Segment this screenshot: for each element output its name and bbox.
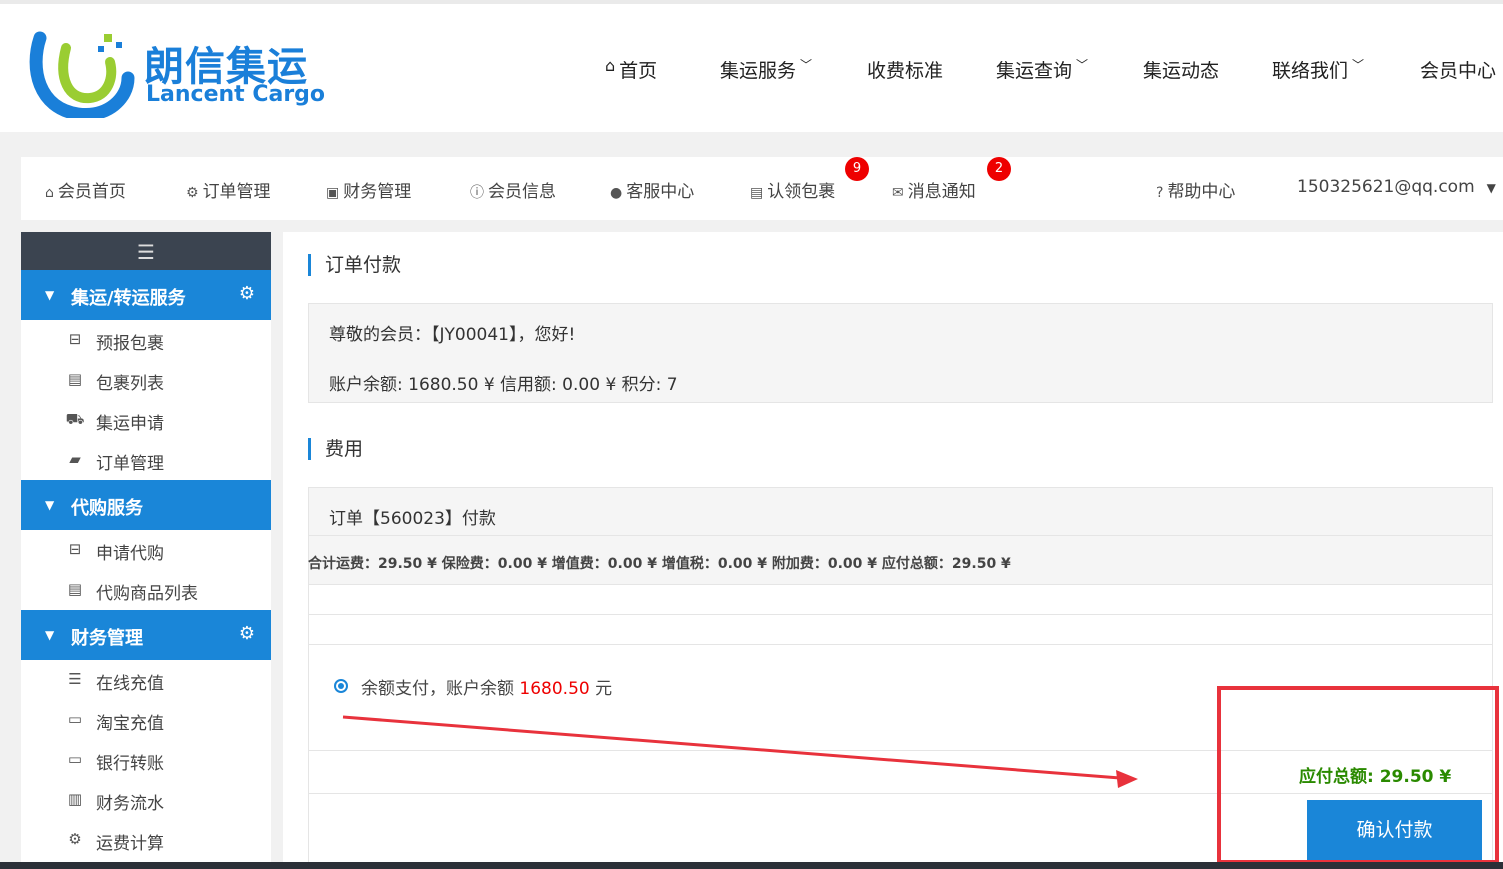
sidebar-item-online-recharge[interactable]: ☰ 在线充值	[21, 660, 271, 700]
bottom-bar	[0, 862, 1503, 869]
caret-down-icon: ▼	[1486, 181, 1496, 195]
message-count-badge: 2	[987, 157, 1011, 181]
caret-down-icon: ▼	[45, 498, 55, 512]
balance-pay-radio[interactable]	[334, 679, 348, 693]
sidebar-group-shipping[interactable]: ▼ 集运/转运服务 ⚙	[21, 270, 271, 320]
sidebar-item-taobao-recharge[interactable]: ▭ 淘宝充值	[21, 700, 271, 740]
inbox-icon: ⊟	[68, 330, 82, 348]
sidebar-item-shipping-calculator[interactable]: ⚙ 运费计算	[21, 820, 271, 860]
annotation-highlight-box	[1217, 686, 1499, 864]
sidebar-item-transactions[interactable]: ▥ 财务流水	[21, 780, 271, 820]
user-icon: ●	[610, 185, 623, 201]
sidebar: ☰ ▼ 集运/转运服务 ⚙ ⊟ 预报包裹 ▤ 包裹列表 ⛟ 集运申请 ▰ 订单管理 ▼ …	[21, 232, 271, 869]
credit-card-icon: ▭	[67, 710, 83, 728]
credit-card-icon: ▭	[67, 750, 83, 768]
empty-row	[308, 615, 1493, 645]
logo-mark-icon	[29, 31, 135, 118]
bar-chart-icon: ▥	[67, 790, 83, 808]
sidebar-item-forecast[interactable]: ⊟ 预报包裹	[21, 320, 271, 360]
account-menu[interactable]: 150325621@qq.com ▼	[1297, 177, 1496, 197]
sidebar-item-apply-purchase[interactable]: ⊟ 申请代购	[21, 530, 271, 570]
money-icon: ▣	[326, 185, 340, 201]
menu-toggle-icon[interactable]: ☰	[21, 232, 271, 270]
empty-row	[308, 585, 1493, 615]
member-subnav: ⌂ 会员首页 ⚙ 订单管理 ▣ 财务管理 ⓘ 会员信息 ● 客服中心 ▤ 认领包裹 9 ✉ 消息…	[21, 157, 1503, 220]
top-header: 朗信集运 Lancent Cargo ⌂ 首页 集运服务 ﹀ 收费标准 集运查询 ﹀ …	[0, 0, 1503, 132]
section-title-fees: 费用	[308, 438, 363, 460]
subnav-claim-parcel[interactable]: ▤ 认领包裹 9	[750, 157, 869, 202]
question-icon: ?	[1156, 185, 1164, 201]
caret-down-icon: ▼	[45, 628, 55, 642]
sidebar-item-consolidate[interactable]: ⛟ 集运申请	[21, 400, 271, 440]
nav-contact[interactable]: 联络我们 ﹀	[1272, 56, 1364, 90]
nav-tracking[interactable]: 集运查询 ﹀	[996, 56, 1088, 90]
nav-member-center[interactable]: 会员中心	[1420, 56, 1496, 90]
subnav-finance[interactable]: ▣ 财务管理	[326, 177, 411, 202]
brand-name-en: Lancent Cargo	[146, 82, 326, 107]
chevron-down-icon: ﹀	[800, 58, 813, 72]
sidebar-item-purchase-list[interactable]: ▤ 代购商品列表	[21, 570, 271, 610]
nav-news[interactable]: 集运动态	[1143, 56, 1219, 90]
info-icon: ⓘ	[470, 185, 484, 201]
server-icon: ☰	[68, 670, 82, 688]
gear-icon[interactable]: ⚙	[239, 283, 255, 304]
book-icon: ▰	[69, 450, 81, 468]
chevron-down-icon: ﹀	[1076, 58, 1089, 72]
caret-down-icon: ▼	[45, 288, 55, 302]
fee-summary: 合计运费：29.50 ¥ 保险费：0.00 ¥ 增值费：0.00 ¥ 增值税：0…	[308, 556, 1011, 572]
sidebar-group-finance[interactable]: ▼ 财务管理 ⚙	[21, 610, 271, 660]
subnav-messages[interactable]: ✉ 消息通知 2	[892, 157, 1011, 202]
list-icon: ▤	[67, 580, 83, 598]
list-icon: ▤	[67, 370, 83, 388]
sidebar-item-orders[interactable]: ▰ 订单管理	[21, 440, 271, 480]
subnav-support[interactable]: ● 客服中心	[610, 177, 694, 202]
subnav-member-home[interactable]: ⌂ 会员首页	[45, 177, 126, 202]
chevron-down-icon: ﹀	[1352, 58, 1365, 72]
balance-pay-label[interactable]: 余额支付，账户余额 1680.50 元	[361, 674, 612, 699]
nav-services[interactable]: 集运服务 ﹀	[720, 56, 812, 90]
member-greeting: 尊敬的会员：【JY00041】，您好!	[329, 325, 576, 345]
balance-amount: 1680.50	[519, 679, 590, 699]
cogs-icon: ⚙	[68, 830, 82, 848]
truck-icon: ⛟	[65, 410, 85, 428]
nav-home[interactable]: ⌂ 首页	[605, 56, 657, 90]
sidebar-item-bank-transfer[interactable]: ▭ 银行转账	[21, 740, 271, 780]
subnav-orders[interactable]: ⚙ 订单管理	[186, 177, 271, 202]
balance-info: 账户余额: 1680.50 ¥ 信用额: 0.00 ¥ 积分: 7	[329, 375, 678, 395]
section-title-payment: 订单付款	[308, 254, 401, 276]
member-info-panel: 尊敬的会员：【JY00041】，您好! 账户余额: 1680.50 ¥ 信用额:…	[308, 303, 1493, 403]
brand-logo[interactable]: 朗信集运 Lancent Cargo	[28, 28, 328, 120]
gear-icon: ⚙	[186, 185, 199, 201]
archive-icon: ▤	[750, 185, 764, 201]
subnav-member-info[interactable]: ⓘ 会员信息	[470, 177, 556, 202]
sidebar-group-purchase[interactable]: ▼ 代购服务	[21, 480, 271, 530]
home-icon: ⌂	[45, 185, 54, 201]
order-title: 订单【560023】付款	[329, 509, 496, 529]
envelope-icon: ✉	[892, 185, 904, 201]
home-icon: ⌂	[605, 56, 616, 75]
gear-icon[interactable]: ⚙	[239, 623, 255, 644]
inbox-icon: ⊟	[68, 540, 82, 558]
claim-count-badge: 9	[845, 157, 869, 181]
nav-pricing[interactable]: 收费标准	[867, 56, 943, 90]
subnav-help[interactable]: ? 帮助中心	[1156, 177, 1235, 202]
sidebar-item-parcel-list[interactable]: ▤ 包裹列表	[21, 360, 271, 400]
